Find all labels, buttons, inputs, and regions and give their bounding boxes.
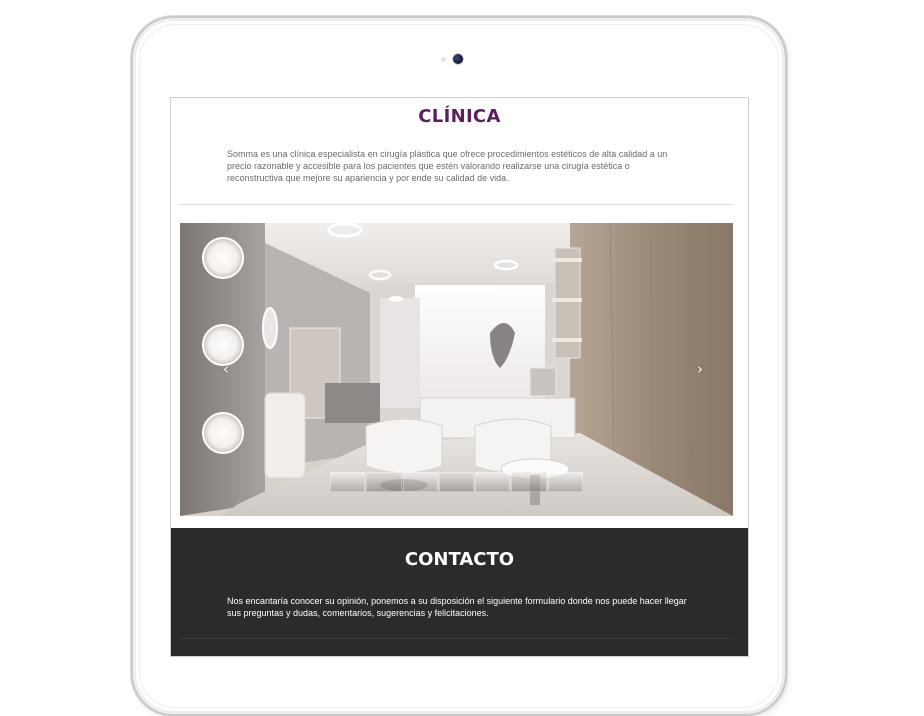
clinic-description: Somma es una clínica especialista en cir… [227,149,668,183]
front-camera [453,54,463,64]
chevron-left-icon[interactable]: ‹ [218,361,234,377]
contact-divider [180,638,733,639]
slider-thumbnail[interactable] [475,472,511,492]
slider-thumbnail[interactable] [511,472,547,492]
slider-thumbnails [330,472,584,492]
contact-description: Nos encantaría conocer su opinión, ponem… [227,596,687,618]
slider-thumbnail[interactable] [547,472,583,492]
section-divider [180,204,733,205]
slider-thumbnail[interactable] [366,472,402,492]
clinic-image-slider[interactable]: ‹ › [180,223,733,516]
clinic-title: CLÍNICA [418,106,501,127]
tablet-screen: CLÍNICA Somma es una clínica especialist… [170,97,749,657]
chevron-right-icon[interactable]: › [692,361,708,377]
slider-thumbnail[interactable] [402,472,438,492]
slider-thumbnail[interactable] [438,472,475,492]
proximity-sensor [441,57,446,62]
contact-title: CONTACTO [404,549,515,570]
slider-thumbnail[interactable] [330,472,366,492]
contact-section: CONTACTO Nos encantaría conocer su opini… [171,528,748,656]
